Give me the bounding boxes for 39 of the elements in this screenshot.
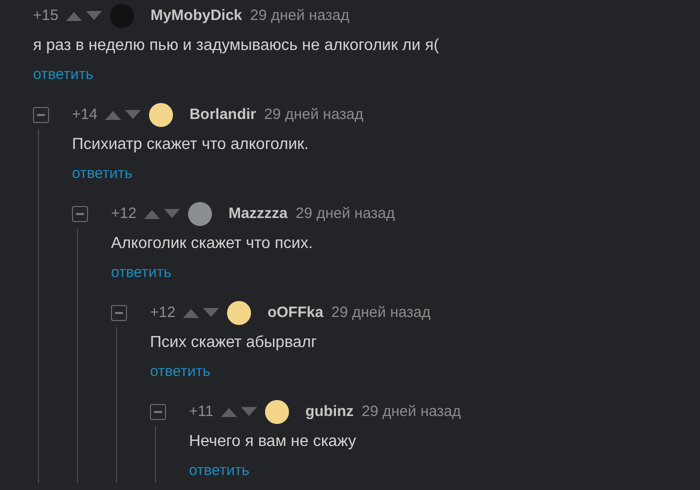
score: +12 bbox=[150, 302, 176, 323]
upvote-icon[interactable] bbox=[105, 110, 122, 120]
author-name[interactable]: Mazzzza bbox=[228, 202, 288, 226]
reply-link[interactable]: ответить bbox=[72, 165, 132, 183]
author-name[interactable]: oOFFka bbox=[267, 302, 324, 324]
reply-link[interactable]: ответить bbox=[150, 363, 210, 381]
score: +15 bbox=[33, 6, 58, 26]
upvote-icon[interactable] bbox=[183, 308, 200, 318]
collapse-button[interactable] bbox=[111, 305, 127, 321]
score: +14 bbox=[72, 104, 98, 125]
author-name[interactable]: gubinz bbox=[305, 400, 354, 424]
downvote-icon[interactable] bbox=[164, 209, 180, 219]
timestamp: 29 дней назад bbox=[296, 204, 395, 224]
downvote-icon[interactable] bbox=[203, 308, 220, 318]
comment-text: Нечего я вам не скажу bbox=[189, 432, 358, 452]
collapse-button[interactable] bbox=[33, 107, 49, 123]
downvote-icon[interactable] bbox=[125, 110, 142, 120]
downvote-icon[interactable] bbox=[86, 11, 102, 21]
author-name[interactable]: MyMobyDick bbox=[150, 4, 242, 28]
reply-link[interactable]: ответить bbox=[111, 264, 172, 282]
author-name[interactable]: Borlandir bbox=[189, 104, 256, 126]
reply-link[interactable]: ответить bbox=[33, 66, 94, 84]
upvote-icon[interactable] bbox=[144, 209, 160, 219]
comment-text: Психиатр скажет что алкоголик. bbox=[72, 135, 310, 155]
upvote-icon[interactable] bbox=[66, 11, 82, 21]
comment-text: я раз в неделю пью и задумываюсь не алкоголик ли я( bbox=[33, 36, 440, 56]
reply-link[interactable]: ответить bbox=[189, 462, 250, 480]
score: +12 bbox=[111, 204, 136, 224]
collapse-button[interactable] bbox=[72, 206, 88, 222]
timestamp: 29 дней назад bbox=[264, 104, 364, 125]
downvote-icon[interactable] bbox=[241, 407, 258, 417]
timestamp: 29 дней назад bbox=[362, 402, 461, 422]
collapse-button[interactable] bbox=[150, 404, 166, 420]
upvote-icon[interactable] bbox=[221, 407, 238, 417]
comment-text: Алкоголик скажет что псих. bbox=[111, 234, 314, 254]
timestamp: 29 дней назад bbox=[250, 6, 350, 26]
comment-text: Псих скажет абырвалг bbox=[150, 333, 318, 353]
score: +11 bbox=[189, 402, 214, 422]
timestamp: 29 дней назад bbox=[331, 302, 431, 323]
